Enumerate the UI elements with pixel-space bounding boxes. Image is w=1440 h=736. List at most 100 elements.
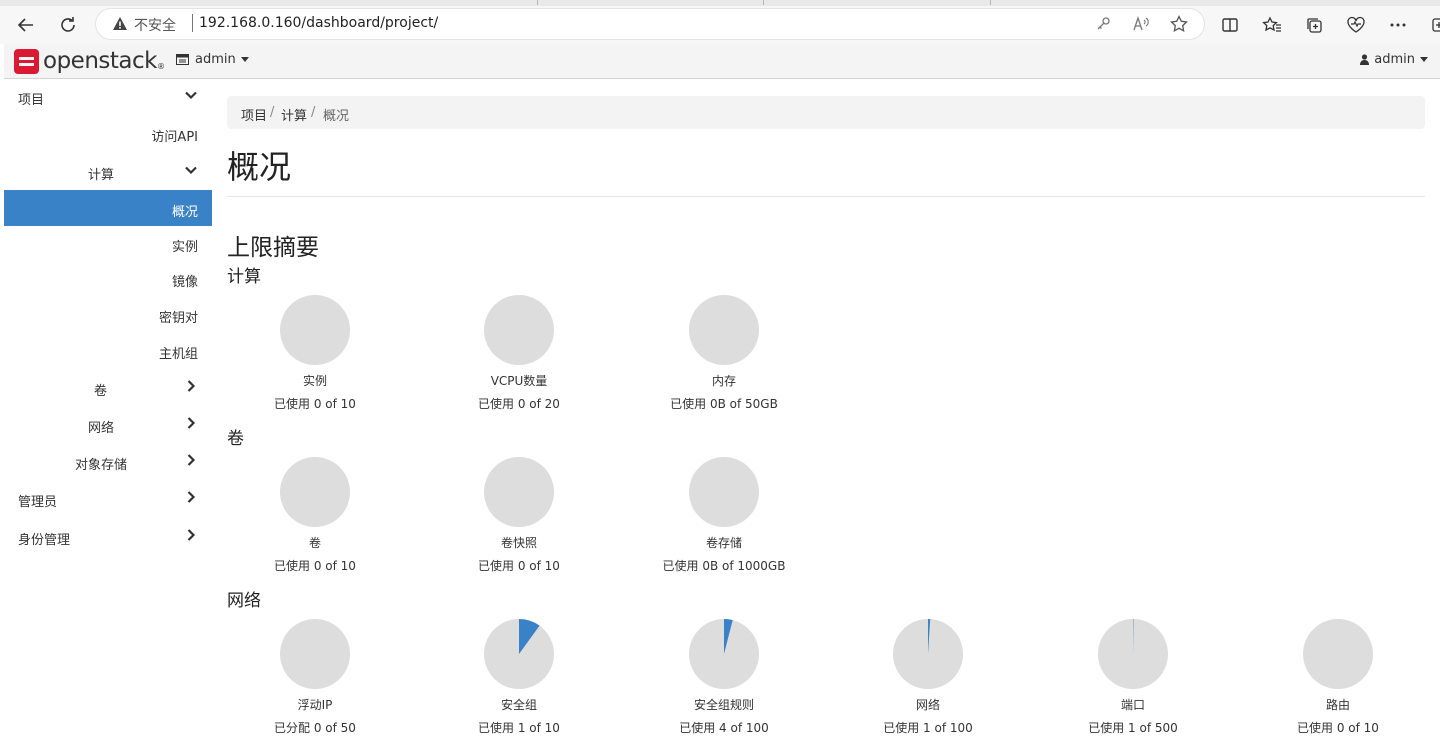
- sidebar-item-compute[interactable]: 计算: [4, 153, 212, 189]
- collections-icon[interactable]: [1302, 13, 1326, 37]
- browser-toolbar: 不安全 192.168.0.160/dashboard/project/: [0, 6, 1440, 44]
- quota-pie: [279, 294, 351, 366]
- quota-chart: 安全组规则已使用 4 of 100: [644, 618, 804, 736]
- quota-name: 内存: [644, 372, 804, 389]
- new-tab-icon[interactable]: [1426, 13, 1440, 37]
- more-menu-icon[interactable]: [1386, 13, 1410, 37]
- quota-usage: 已使用 0 of 10: [1258, 719, 1418, 736]
- quota-chart: 路由已使用 0 of 10: [1258, 618, 1418, 736]
- key-icon[interactable]: [1094, 15, 1112, 33]
- quota-usage: 已使用 0 of 20: [439, 395, 599, 412]
- project-selector[interactable]: admin: [176, 52, 249, 67]
- dashboard-topbar: openstack® admin admin: [4, 44, 1440, 79]
- favorites-icon[interactable]: [1260, 13, 1284, 37]
- breadcrumb-item-compute[interactable]: 计算: [281, 105, 307, 124]
- quota-usage: 已使用 4 of 100: [644, 719, 804, 736]
- chevron-right-icon: [184, 490, 198, 504]
- chevron-down-icon: [241, 57, 249, 62]
- pie-background: [1303, 619, 1373, 689]
- address-bar[interactable]: 不安全 192.168.0.160/dashboard/project/: [96, 9, 1204, 39]
- quota-usage: 已使用 1 of 10: [439, 719, 599, 736]
- sidebar-item-label: 镜像: [172, 271, 198, 290]
- pie-background: [280, 457, 350, 527]
- quota-chart: 浮动IP已分配 0 of 50: [235, 618, 395, 736]
- sidebar-item-admin[interactable]: 管理员: [4, 480, 212, 516]
- quota-usage: 已使用 0B of 50GB: [644, 395, 804, 412]
- reload-icon: [58, 15, 78, 35]
- user-menu[interactable]: admin: [1360, 52, 1428, 67]
- quota-pie: [688, 618, 760, 690]
- quota-name: 安全组规则: [644, 696, 804, 713]
- quota-chart: 网络已使用 1 of 100: [848, 618, 1008, 736]
- quota-pie: [483, 456, 555, 528]
- breadcrumb-item-project[interactable]: 项目: [241, 105, 267, 124]
- sidebar-item-label: 计算: [88, 164, 114, 183]
- quota-chart: 实例已使用 0 of 10: [235, 294, 395, 412]
- tab-separator: [763, 0, 764, 5]
- chevron-down-icon: [184, 88, 198, 102]
- quota-pie: [279, 456, 351, 528]
- quota-pie: [688, 456, 760, 528]
- sidebar-item-project[interactable]: 项目: [4, 78, 212, 114]
- openstack-logo-icon: [14, 49, 39, 74]
- sidebar-item-label: 管理员: [18, 491, 57, 510]
- quota-pie: [1097, 618, 1169, 690]
- back-arrow-icon: [16, 15, 36, 35]
- chevron-right-icon: [184, 379, 198, 393]
- breadcrumb-separator: /: [270, 105, 274, 120]
- sidebar-item-label: 对象存储: [75, 454, 127, 473]
- sidebar-item-network[interactable]: 网络: [4, 406, 212, 442]
- chevron-down-icon: [184, 163, 198, 177]
- chevron-down-icon: [1420, 57, 1428, 62]
- sidebar-item-images[interactable]: 镜像: [4, 260, 212, 296]
- pie-background: [280, 295, 350, 365]
- breadcrumb-separator: /: [311, 105, 315, 120]
- sidebar-item-label: 主机组: [159, 343, 198, 362]
- group-heading: 计算: [227, 262, 261, 287]
- quota-chart: 卷快照已使用 0 of 10: [439, 456, 599, 574]
- reload-button[interactable]: [56, 13, 80, 37]
- quota-name: 端口: [1053, 696, 1213, 713]
- quota-chart: 安全组已使用 1 of 10: [439, 618, 599, 736]
- sidebar-item-label: 概况: [172, 201, 198, 220]
- quota-chart: VCPU数量已使用 0 of 20: [439, 294, 599, 412]
- sidebar-item-server-groups[interactable]: 主机组: [4, 332, 212, 368]
- sidebar-item-label: 项目: [18, 89, 44, 108]
- quota-usage: 已使用 1 of 500: [1053, 719, 1213, 736]
- quota-usage: 已使用 0 of 10: [439, 557, 599, 574]
- group-heading: 网络: [227, 586, 261, 611]
- url-text[interactable]: 192.168.0.160/dashboard/project/: [199, 15, 438, 31]
- browser-essentials-icon[interactable]: [1344, 13, 1368, 37]
- sidebar-item-instances[interactable]: 实例: [4, 225, 212, 261]
- project-selector-label: admin: [195, 52, 236, 67]
- sidebar-item-key-pairs[interactable]: 密钥对: [4, 296, 212, 332]
- quota-name: VCPU数量: [439, 372, 599, 389]
- limit-summary-heading: 上限摘要: [227, 228, 319, 262]
- favorite-star-icon[interactable]: [1170, 15, 1188, 33]
- sidebar-item-object-store[interactable]: 对象存储: [4, 443, 212, 479]
- pie-background: [484, 295, 554, 365]
- page-title: 概况: [227, 142, 291, 188]
- quota-pie: [279, 618, 351, 690]
- chevron-right-icon: [184, 416, 198, 430]
- sidebar-item-volumes[interactable]: 卷: [4, 369, 212, 405]
- back-button[interactable]: [14, 13, 38, 37]
- quota-pie: [1302, 618, 1374, 690]
- registered-mark: ®: [157, 62, 165, 71]
- sidebar-item-label: 密钥对: [159, 307, 198, 326]
- quota-chart: 卷已使用 0 of 10: [235, 456, 395, 574]
- pie-background: [689, 457, 759, 527]
- openstack-logo[interactable]: openstack®: [14, 47, 165, 75]
- split-screen-icon[interactable]: [1218, 13, 1242, 37]
- quota-name: 网络: [848, 696, 1008, 713]
- sidebar-item-identity[interactable]: 身份管理: [4, 518, 212, 554]
- sidebar-item-overview[interactable]: 概况: [4, 190, 212, 226]
- quota-pie: [892, 618, 964, 690]
- sidebar-item-label: 访问API: [151, 126, 198, 145]
- quota-pie: [483, 618, 555, 690]
- quota-usage: 已分配 0 of 50: [235, 719, 395, 736]
- project-icon: [176, 54, 189, 65]
- read-aloud-icon[interactable]: [1132, 15, 1150, 33]
- sidebar-item-api-access[interactable]: 访问API: [4, 115, 212, 151]
- quota-name: 卷: [235, 534, 395, 551]
